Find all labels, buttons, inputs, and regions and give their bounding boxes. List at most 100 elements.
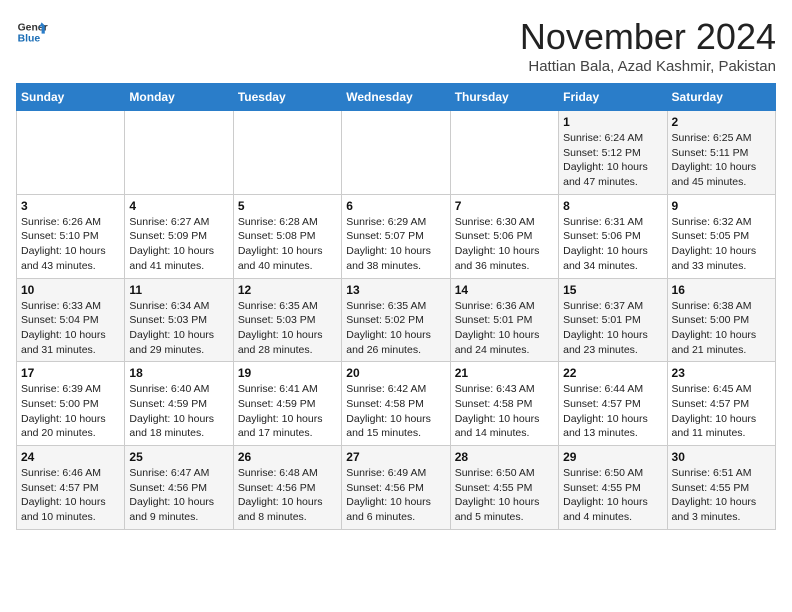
day-info: Sunrise: 6:41 AM Sunset: 4:59 PM Dayligh… [238,382,337,441]
day-info: Sunrise: 6:35 AM Sunset: 5:03 PM Dayligh… [238,299,337,358]
day-number: 21 [455,366,554,380]
day-info: Sunrise: 6:44 AM Sunset: 4:57 PM Dayligh… [563,382,662,441]
day-number: 4 [129,199,228,213]
day-number: 27 [346,450,445,464]
week-row-3: 10 Sunrise: 6:33 AM Sunset: 5:04 PM Dayli… [17,278,776,362]
calendar-cell: 10 Sunrise: 6:33 AM Sunset: 5:04 PM Dayli… [17,278,125,362]
day-number: 13 [346,283,445,297]
calendar-cell: 15Sunrise: 6:37 AM Sunset: 5:01 PM Dayli… [559,278,667,362]
day-info: Sunrise: 6:25 AM Sunset: 5:11 PM Dayligh… [672,131,771,190]
calendar-cell: 20 Sunrise: 6:42 AM Sunset: 4:58 PM Dayli… [342,362,450,446]
week-row-2: 3 Sunrise: 6:26 AM Sunset: 5:10 PM Daylig… [17,194,776,278]
calendar-cell [450,111,558,195]
day-info: Sunrise: 6:35 AM Sunset: 5:02 PM Dayligh… [346,299,445,358]
calendar-cell: 5Sunrise: 6:28 AM Sunset: 5:08 PM Daylig… [233,194,341,278]
calendar-cell: 1Sunrise: 6:24 AM Sunset: 5:12 PM Daylig… [559,111,667,195]
day-info: Sunrise: 6:40 AM Sunset: 4:59 PM Dayligh… [129,382,228,441]
calendar-table: SundayMondayTuesdayWednesdayThursdayFrid… [16,83,776,530]
day-number: 12 [238,283,337,297]
calendar-cell: 22 Sunrise: 6:44 AM Sunset: 4:57 PM Dayli… [559,362,667,446]
calendar-cell: 28 Sunrise: 6:50 AM Sunset: 4:55 PM Dayli… [450,446,558,530]
calendar-cell: 8 Sunrise: 6:31 AM Sunset: 5:06 PM Daylig… [559,194,667,278]
day-info: Sunrise: 6:47 AM Sunset: 4:56 PM Dayligh… [129,466,228,525]
day-number: 26 [238,450,337,464]
calendar-cell: 9 Sunrise: 6:32 AM Sunset: 5:05 PM Daylig… [667,194,775,278]
day-info: Sunrise: 6:49 AM Sunset: 4:56 PM Dayligh… [346,466,445,525]
day-number: 2 [672,115,771,129]
calendar-cell: 7 Sunrise: 6:30 AM Sunset: 5:06 PM Daylig… [450,194,558,278]
day-info: Sunrise: 6:33 AM Sunset: 5:04 PM Dayligh… [21,299,120,358]
calendar-cell: 26 Sunrise: 6:48 AM Sunset: 4:56 PM Dayli… [233,446,341,530]
calendar-cell [17,111,125,195]
day-info: Sunrise: 6:43 AM Sunset: 4:58 PM Dayligh… [455,382,554,441]
calendar-cell: 11 Sunrise: 6:34 AM Sunset: 5:03 PM Dayli… [125,278,233,362]
day-info: Sunrise: 6:45 AM Sunset: 4:57 PM Dayligh… [672,382,771,441]
day-number: 22 [563,366,662,380]
day-number: 9 [672,199,771,213]
calendar-cell: 27 Sunrise: 6:49 AM Sunset: 4:56 PM Dayli… [342,446,450,530]
column-header-saturday: Saturday [667,84,775,111]
calendar-cell: 16Sunrise: 6:38 AM Sunset: 5:00 PM Dayli… [667,278,775,362]
day-info: Sunrise: 6:30 AM Sunset: 5:06 PM Dayligh… [455,215,554,274]
day-info: Sunrise: 6:31 AM Sunset: 5:06 PM Dayligh… [563,215,662,274]
calendar-cell: 17 Sunrise: 6:39 AM Sunset: 5:00 PM Dayli… [17,362,125,446]
calendar-cell: 13 Sunrise: 6:35 AM Sunset: 5:02 PM Dayli… [342,278,450,362]
day-number: 29 [563,450,662,464]
column-header-monday: Monday [125,84,233,111]
calendar-cell: 23Sunrise: 6:45 AM Sunset: 4:57 PM Dayli… [667,362,775,446]
svg-text:Blue: Blue [18,34,41,45]
calendar-cell: 30Sunrise: 6:51 AM Sunset: 4:55 PM Dayli… [667,446,775,530]
day-number: 8 [563,199,662,213]
location: Hattian Bala, Azad Kashmir, Pakistan [520,58,776,75]
day-info: Sunrise: 6:26 AM Sunset: 5:10 PM Dayligh… [21,215,120,274]
page-header: General Blue November 2024 Hattian Bala,… [16,16,776,75]
column-header-friday: Friday [559,84,667,111]
day-info: Sunrise: 6:27 AM Sunset: 5:09 PM Dayligh… [129,215,228,274]
calendar-header-row: SundayMondayTuesdayWednesdayThursdayFrid… [17,84,776,111]
calendar-cell: 21 Sunrise: 6:43 AM Sunset: 4:58 PM Dayli… [450,362,558,446]
calendar-cell: 6 Sunrise: 6:29 AM Sunset: 5:07 PM Daylig… [342,194,450,278]
day-number: 3 [21,199,120,213]
calendar-cell: 29 Sunrise: 6:50 AM Sunset: 4:55 PM Dayli… [559,446,667,530]
month-title: November 2024 [520,16,776,58]
day-number: 24 [21,450,120,464]
column-header-tuesday: Tuesday [233,84,341,111]
day-number: 20 [346,366,445,380]
day-info: Sunrise: 6:32 AM Sunset: 5:05 PM Dayligh… [672,215,771,274]
day-number: 17 [21,366,120,380]
calendar-cell: 12 Sunrise: 6:35 AM Sunset: 5:03 PM Dayli… [233,278,341,362]
day-info: Sunrise: 6:48 AM Sunset: 4:56 PM Dayligh… [238,466,337,525]
day-number: 14 [455,283,554,297]
day-number: 11 [129,283,228,297]
day-number: 19 [238,366,337,380]
calendar-cell [125,111,233,195]
day-number: 28 [455,450,554,464]
day-info: Sunrise: 6:29 AM Sunset: 5:07 PM Dayligh… [346,215,445,274]
day-info: Sunrise: 6:37 AM Sunset: 5:01 PM Dayligh… [563,299,662,358]
day-number: 10 [21,283,120,297]
column-header-wednesday: Wednesday [342,84,450,111]
calendar-cell: 25 Sunrise: 6:47 AM Sunset: 4:56 PM Dayli… [125,446,233,530]
calendar-cell: 18Sunrise: 6:40 AM Sunset: 4:59 PM Dayli… [125,362,233,446]
day-number: 7 [455,199,554,213]
day-info: Sunrise: 6:38 AM Sunset: 5:00 PM Dayligh… [672,299,771,358]
column-header-thursday: Thursday [450,84,558,111]
day-info: Sunrise: 6:50 AM Sunset: 4:55 PM Dayligh… [563,466,662,525]
day-info: Sunrise: 6:46 AM Sunset: 4:57 PM Dayligh… [21,466,120,525]
day-info: Sunrise: 6:42 AM Sunset: 4:58 PM Dayligh… [346,382,445,441]
calendar-cell: 19 Sunrise: 6:41 AM Sunset: 4:59 PM Dayli… [233,362,341,446]
logo: General Blue [16,16,48,48]
calendar-cell: 24 Sunrise: 6:46 AM Sunset: 4:57 PM Dayli… [17,446,125,530]
day-info: Sunrise: 6:39 AM Sunset: 5:00 PM Dayligh… [21,382,120,441]
week-row-1: 1Sunrise: 6:24 AM Sunset: 5:12 PM Daylig… [17,111,776,195]
day-info: Sunrise: 6:24 AM Sunset: 5:12 PM Dayligh… [563,131,662,190]
day-number: 25 [129,450,228,464]
day-number: 6 [346,199,445,213]
day-number: 5 [238,199,337,213]
day-info: Sunrise: 6:50 AM Sunset: 4:55 PM Dayligh… [455,466,554,525]
day-number: 30 [672,450,771,464]
column-header-sunday: Sunday [17,84,125,111]
day-info: Sunrise: 6:34 AM Sunset: 5:03 PM Dayligh… [129,299,228,358]
calendar-cell: 4 Sunrise: 6:27 AM Sunset: 5:09 PM Daylig… [125,194,233,278]
logo-icon: General Blue [16,16,48,48]
